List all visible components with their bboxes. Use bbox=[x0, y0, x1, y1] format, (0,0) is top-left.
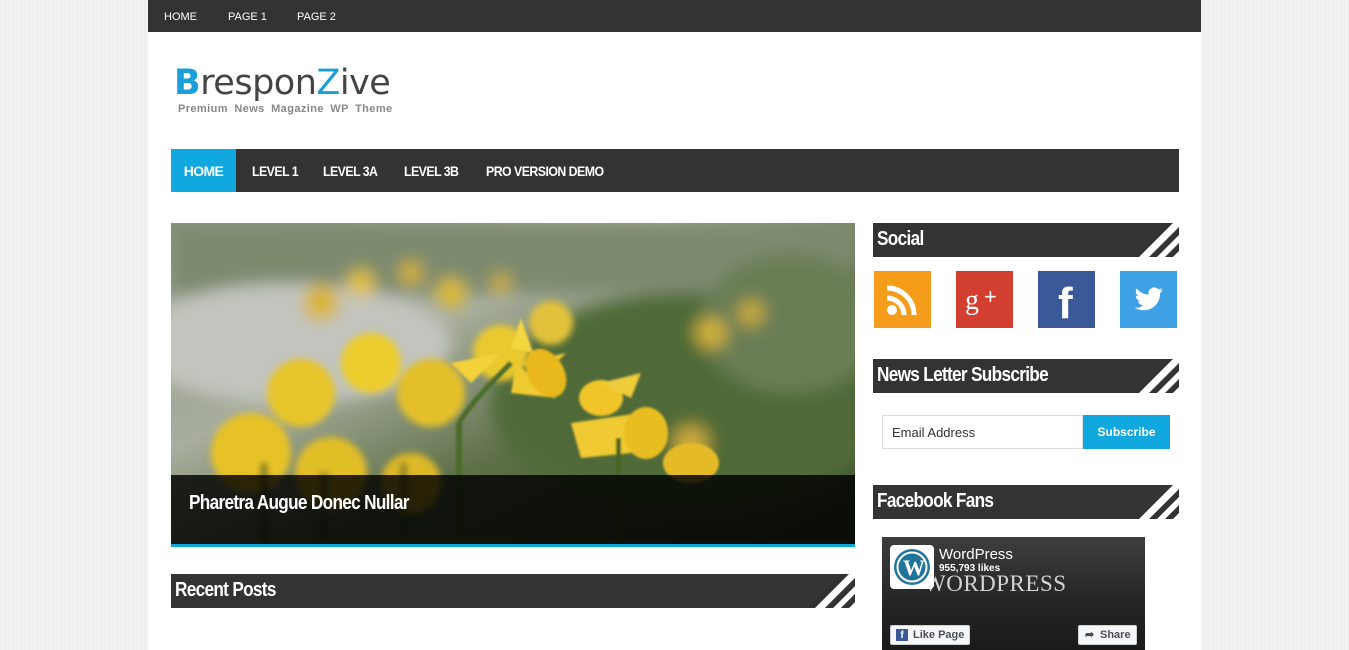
like-page-label: Like Page bbox=[913, 629, 965, 641]
facebook-likes-count: 955,793 likes bbox=[939, 563, 1001, 574]
facebook-page-plugin[interactable]: WORDPRESS W WordPress 955,793 likes f Lik… bbox=[882, 537, 1145, 650]
heading-stripes-decoration bbox=[811, 574, 855, 608]
facebook-page-name[interactable]: WordPress bbox=[939, 546, 1013, 563]
mainnav-pro-version-demo-link[interactable]: PRO VERSION DEMO bbox=[486, 149, 604, 192]
email-input[interactable] bbox=[882, 415, 1083, 449]
facebook-page-avatar[interactable]: W bbox=[890, 545, 934, 589]
facebook-cover-text: WORDPRESS bbox=[924, 571, 1067, 596]
top-navigation: HOME PAGE 1 PAGE 2 bbox=[148, 0, 1201, 32]
topnav-page2-link[interactable]: PAGE 2 bbox=[297, 0, 336, 32]
mainnav-home-link[interactable]: HOME bbox=[171, 149, 236, 192]
heading-stripes-decoration bbox=[1135, 359, 1179, 393]
recent-posts-title: Recent Posts bbox=[175, 579, 276, 601]
logo-letter-b: B bbox=[174, 63, 201, 103]
twitter-icon[interactable] bbox=[1120, 271, 1177, 328]
heading-stripes-decoration bbox=[1135, 485, 1179, 519]
mainnav-level3a-link[interactable]: LEVEL 3A bbox=[323, 149, 378, 192]
wordpress-logo-icon: W bbox=[894, 549, 930, 585]
facebook-fans-widget-title: Facebook Fans bbox=[877, 490, 994, 512]
facebook-share-button[interactable]: ➦ Share bbox=[1078, 625, 1137, 645]
facebook-icon[interactable]: f bbox=[1038, 271, 1095, 328]
mainnav-level3b-link[interactable]: LEVEL 3B bbox=[404, 149, 459, 192]
newsletter-widget-title: News Letter Subscribe bbox=[877, 364, 1049, 386]
mainnav-level1-link[interactable]: LEVEL 1 bbox=[252, 149, 299, 192]
topnav-home-link[interactable]: HOME bbox=[164, 0, 197, 32]
main-navigation: HOME LEVEL 1 LEVEL 3A LEVEL 3B PRO VERSI… bbox=[171, 149, 1179, 192]
newsletter-widget-heading: News Letter Subscribe bbox=[873, 359, 1179, 393]
share-label: Share bbox=[1100, 629, 1131, 641]
topnav-page1-link[interactable]: PAGE 1 bbox=[228, 0, 267, 32]
rss-icon[interactable] bbox=[874, 271, 931, 328]
subscribe-button[interactable]: Subscribe bbox=[1083, 415, 1170, 449]
svg-text:f: f bbox=[1058, 279, 1073, 328]
facebook-small-icon: f bbox=[896, 629, 908, 641]
page-container: HOME PAGE 1 PAGE 2 BresponZive Premium N… bbox=[148, 0, 1201, 650]
featured-caption-title[interactable]: Pharetra Augue Donec Nullar bbox=[189, 492, 409, 515]
recent-posts-heading: Recent Posts bbox=[171, 574, 855, 608]
logo-title: BresponZive bbox=[174, 64, 393, 102]
share-arrow-icon: ➦ bbox=[1085, 629, 1095, 641]
featured-slider[interactable]: Pharetra Augue Donec Nullar bbox=[171, 223, 855, 547]
svg-text:g: g bbox=[965, 285, 979, 316]
featured-caption[interactable]: Pharetra Augue Donec Nullar bbox=[171, 475, 855, 544]
facebook-like-page-button[interactable]: f Like Page bbox=[890, 625, 970, 645]
google-plus-icon[interactable]: g + bbox=[956, 271, 1013, 328]
logo-tagline: Premium News Magazine WP Theme bbox=[178, 103, 393, 115]
logo-word-respon: respon bbox=[200, 63, 317, 103]
heading-stripes-decoration bbox=[1135, 223, 1179, 257]
social-widget-heading: Social bbox=[873, 223, 1179, 257]
social-widget-title: Social bbox=[877, 228, 924, 250]
logo-letter-z: Z bbox=[316, 63, 340, 103]
site-logo[interactable]: BresponZive Premium News Magazine WP The… bbox=[174, 64, 393, 115]
svg-text:W: W bbox=[903, 555, 925, 580]
logo-word-ive: ive bbox=[339, 63, 391, 103]
facebook-fans-widget-heading: Facebook Fans bbox=[873, 485, 1179, 519]
svg-text:+: + bbox=[984, 284, 997, 309]
